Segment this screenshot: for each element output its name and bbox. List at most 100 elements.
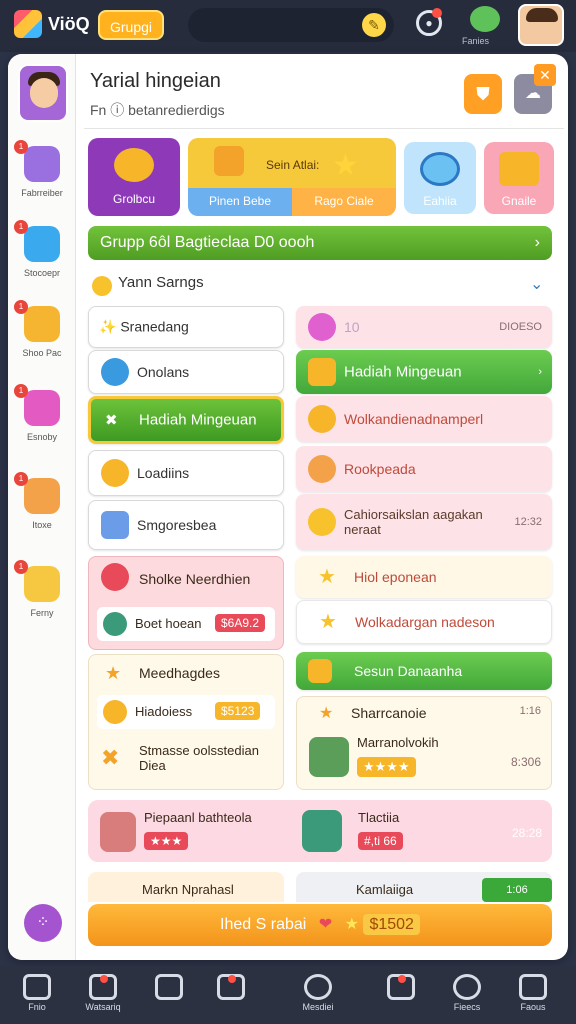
notice-icon — [387, 974, 415, 1000]
group-icon — [89, 974, 117, 1000]
card-grolbcu[interactable]: Grolbcu — [88, 138, 180, 216]
card-sein-atlai[interactable]: Sein Atlai: ★ — [188, 138, 396, 188]
cube-icon — [24, 226, 60, 262]
character-icon — [103, 612, 127, 636]
search-bar[interactable]: ✎ — [188, 8, 394, 42]
cloud-icon — [24, 146, 60, 182]
box-icon — [214, 146, 244, 176]
nav-home[interactable]: Fnio — [12, 974, 62, 1012]
home-icon — [23, 974, 51, 1000]
chat-bubble-icon — [304, 974, 332, 1000]
sidebar-item-1[interactable]: 1 Fabrreiber — [12, 140, 72, 216]
more-button[interactable]: ⁘ — [24, 904, 62, 942]
rocket-icon — [101, 563, 129, 591]
card-eahiia[interactable]: Eahiia — [404, 142, 476, 214]
card-pinen-bebe[interactable]: Pinen Bebe — [188, 188, 292, 216]
character-icon — [24, 478, 60, 514]
chevron-down-icon[interactable]: ⌄ — [530, 274, 543, 294]
card-gnaile[interactable]: Gnaile — [484, 142, 554, 214]
search-icon — [420, 152, 460, 186]
right-item-hadiah[interactable]: Hadiah Mingeuan › — [296, 350, 552, 394]
star-icon: ★ — [332, 149, 359, 182]
right-item-5[interactable]: Cahiorsaikslan aagakan neraat 12:32 — [296, 494, 552, 550]
partial-row-right[interactable]: Kamlaiiga 1:06 — [296, 872, 552, 902]
nav-chat[interactable] — [144, 974, 194, 1002]
sidebar-item-4[interactable]: 1 Esnoby — [12, 384, 72, 460]
tools-icon — [308, 455, 336, 483]
sparkle-icon — [308, 313, 336, 341]
friends-icon[interactable] — [470, 6, 500, 32]
coin-icon — [103, 700, 127, 724]
character-icon — [309, 737, 349, 777]
group-banner[interactable]: Grupp 6ôl Bagtieclaa D0 oooh › — [88, 226, 552, 260]
lower-left-card-2: ★ Meedhagdes Hiadoiess $5123 ✖ Stmasse o… — [88, 654, 284, 790]
scroll-icon — [24, 566, 60, 602]
right-item-4[interactable]: Rookpeada — [296, 446, 552, 492]
list-item-smgoresbea[interactable]: Smgoresbea — [88, 500, 284, 550]
tools-icon: ✖ — [105, 412, 118, 429]
right-item-3[interactable]: Wolkandienadnamperl — [296, 396, 552, 442]
chest-icon — [308, 358, 336, 386]
sidebar-item-3[interactable]: 1 Shoo Pac — [12, 300, 72, 376]
divider — [84, 128, 564, 129]
chevron-right-icon: › — [534, 234, 540, 251]
clock-icon[interactable]: ✎ — [362, 13, 386, 37]
avatar — [302, 810, 342, 852]
avatar[interactable] — [518, 4, 564, 46]
nav-notice[interactable] — [376, 974, 426, 1002]
nav-pen[interactable] — [206, 974, 256, 1002]
star-icon: ★ — [319, 705, 334, 722]
lower-right-green-row[interactable]: Sesun Danaanha — [296, 652, 552, 690]
star-icon — [308, 508, 336, 536]
close-icon[interactable]: ✕ — [534, 64, 556, 86]
nav-globe[interactable]: Fieecs — [442, 974, 492, 1012]
app-logo-icon — [14, 10, 42, 38]
list-item-loadiins[interactable]: Loadiins — [88, 450, 284, 496]
chat-icon — [155, 974, 183, 1000]
profile-avatar[interactable] — [18, 64, 68, 122]
star-icon: ★ — [319, 611, 337, 633]
nav-store[interactable]: Faous — [508, 974, 558, 1012]
friends-label: Fanies — [462, 36, 490, 46]
avatar — [100, 812, 136, 852]
gear-icon — [114, 148, 154, 182]
card-rago-ciale[interactable]: Rago Ciale — [292, 188, 396, 216]
trophy-icon — [308, 405, 336, 433]
list-item-onolans[interactable]: Onolans — [88, 350, 284, 394]
nav-messages[interactable]: Mesdiei — [270, 974, 366, 1012]
list-item-sranedang[interactable]: ✨ Sranedang — [88, 306, 284, 348]
lower-right-detail: ★ Sharrcanoie 1:16 Marranolvokih ★★★★ 8:… — [296, 696, 552, 790]
price-row[interactable]: Boet hoean $6A9.2 — [97, 607, 275, 641]
star-icon: ★ — [105, 663, 122, 683]
pen-icon — [217, 974, 245, 1000]
app-title: ViöQ — [48, 14, 90, 34]
bottom-row[interactable]: Piepaanl bathteola ★★★ Tlactiia #​,ti 66… — [88, 800, 552, 862]
star-icon: ★ — [318, 566, 336, 588]
tools-icon: ✖ — [101, 745, 120, 770]
globe-icon — [453, 974, 481, 1000]
box-icon — [101, 511, 129, 539]
nav-group[interactable]: Watsariq — [78, 974, 128, 1012]
heart-icon: ❤ — [318, 916, 333, 933]
chat-icon — [24, 390, 60, 426]
partial-row-left[interactable]: Markn Nprahasl — [88, 872, 284, 902]
coin-icon — [24, 306, 60, 342]
trophy-icon — [101, 459, 129, 487]
price-row-2[interactable]: Hiadoiess $5123 — [97, 695, 275, 729]
sidebar-item-6[interactable]: 1 Ferny — [12, 560, 72, 636]
page-subtitle: Fn ⓘ betanredierdigs — [90, 102, 225, 118]
group-button[interactable]: Grupgi — [98, 10, 164, 40]
box-icon — [499, 152, 539, 186]
list-item-hadiah-mingeuan[interactable]: ✖ Hadiah Mingeuan — [88, 396, 284, 444]
right-item-1[interactable]: 10 DIOESO — [296, 306, 552, 348]
notification-dot — [432, 8, 442, 18]
section-label: Yann Sarngs — [118, 274, 204, 291]
lower-left-card: Sholke Neerdhien Boet hoean $6A9.2 — [88, 556, 284, 650]
lower-right-row-1[interactable]: ★ Hiol eponean — [296, 556, 552, 598]
sidebar-item-2[interactable]: 1 Stocoepr — [12, 220, 72, 296]
sidebar-item-5[interactable]: 1 Itoxe — [12, 472, 72, 548]
cta-button[interactable]: Ihed S rabai ❤ ★ $1502 — [88, 904, 552, 946]
star-icon: ★ — [344, 916, 359, 933]
shield-button[interactable]: ⛊ — [464, 74, 502, 114]
lower-right-row-2[interactable]: ★ Wolkadargan nadeson — [296, 600, 552, 644]
